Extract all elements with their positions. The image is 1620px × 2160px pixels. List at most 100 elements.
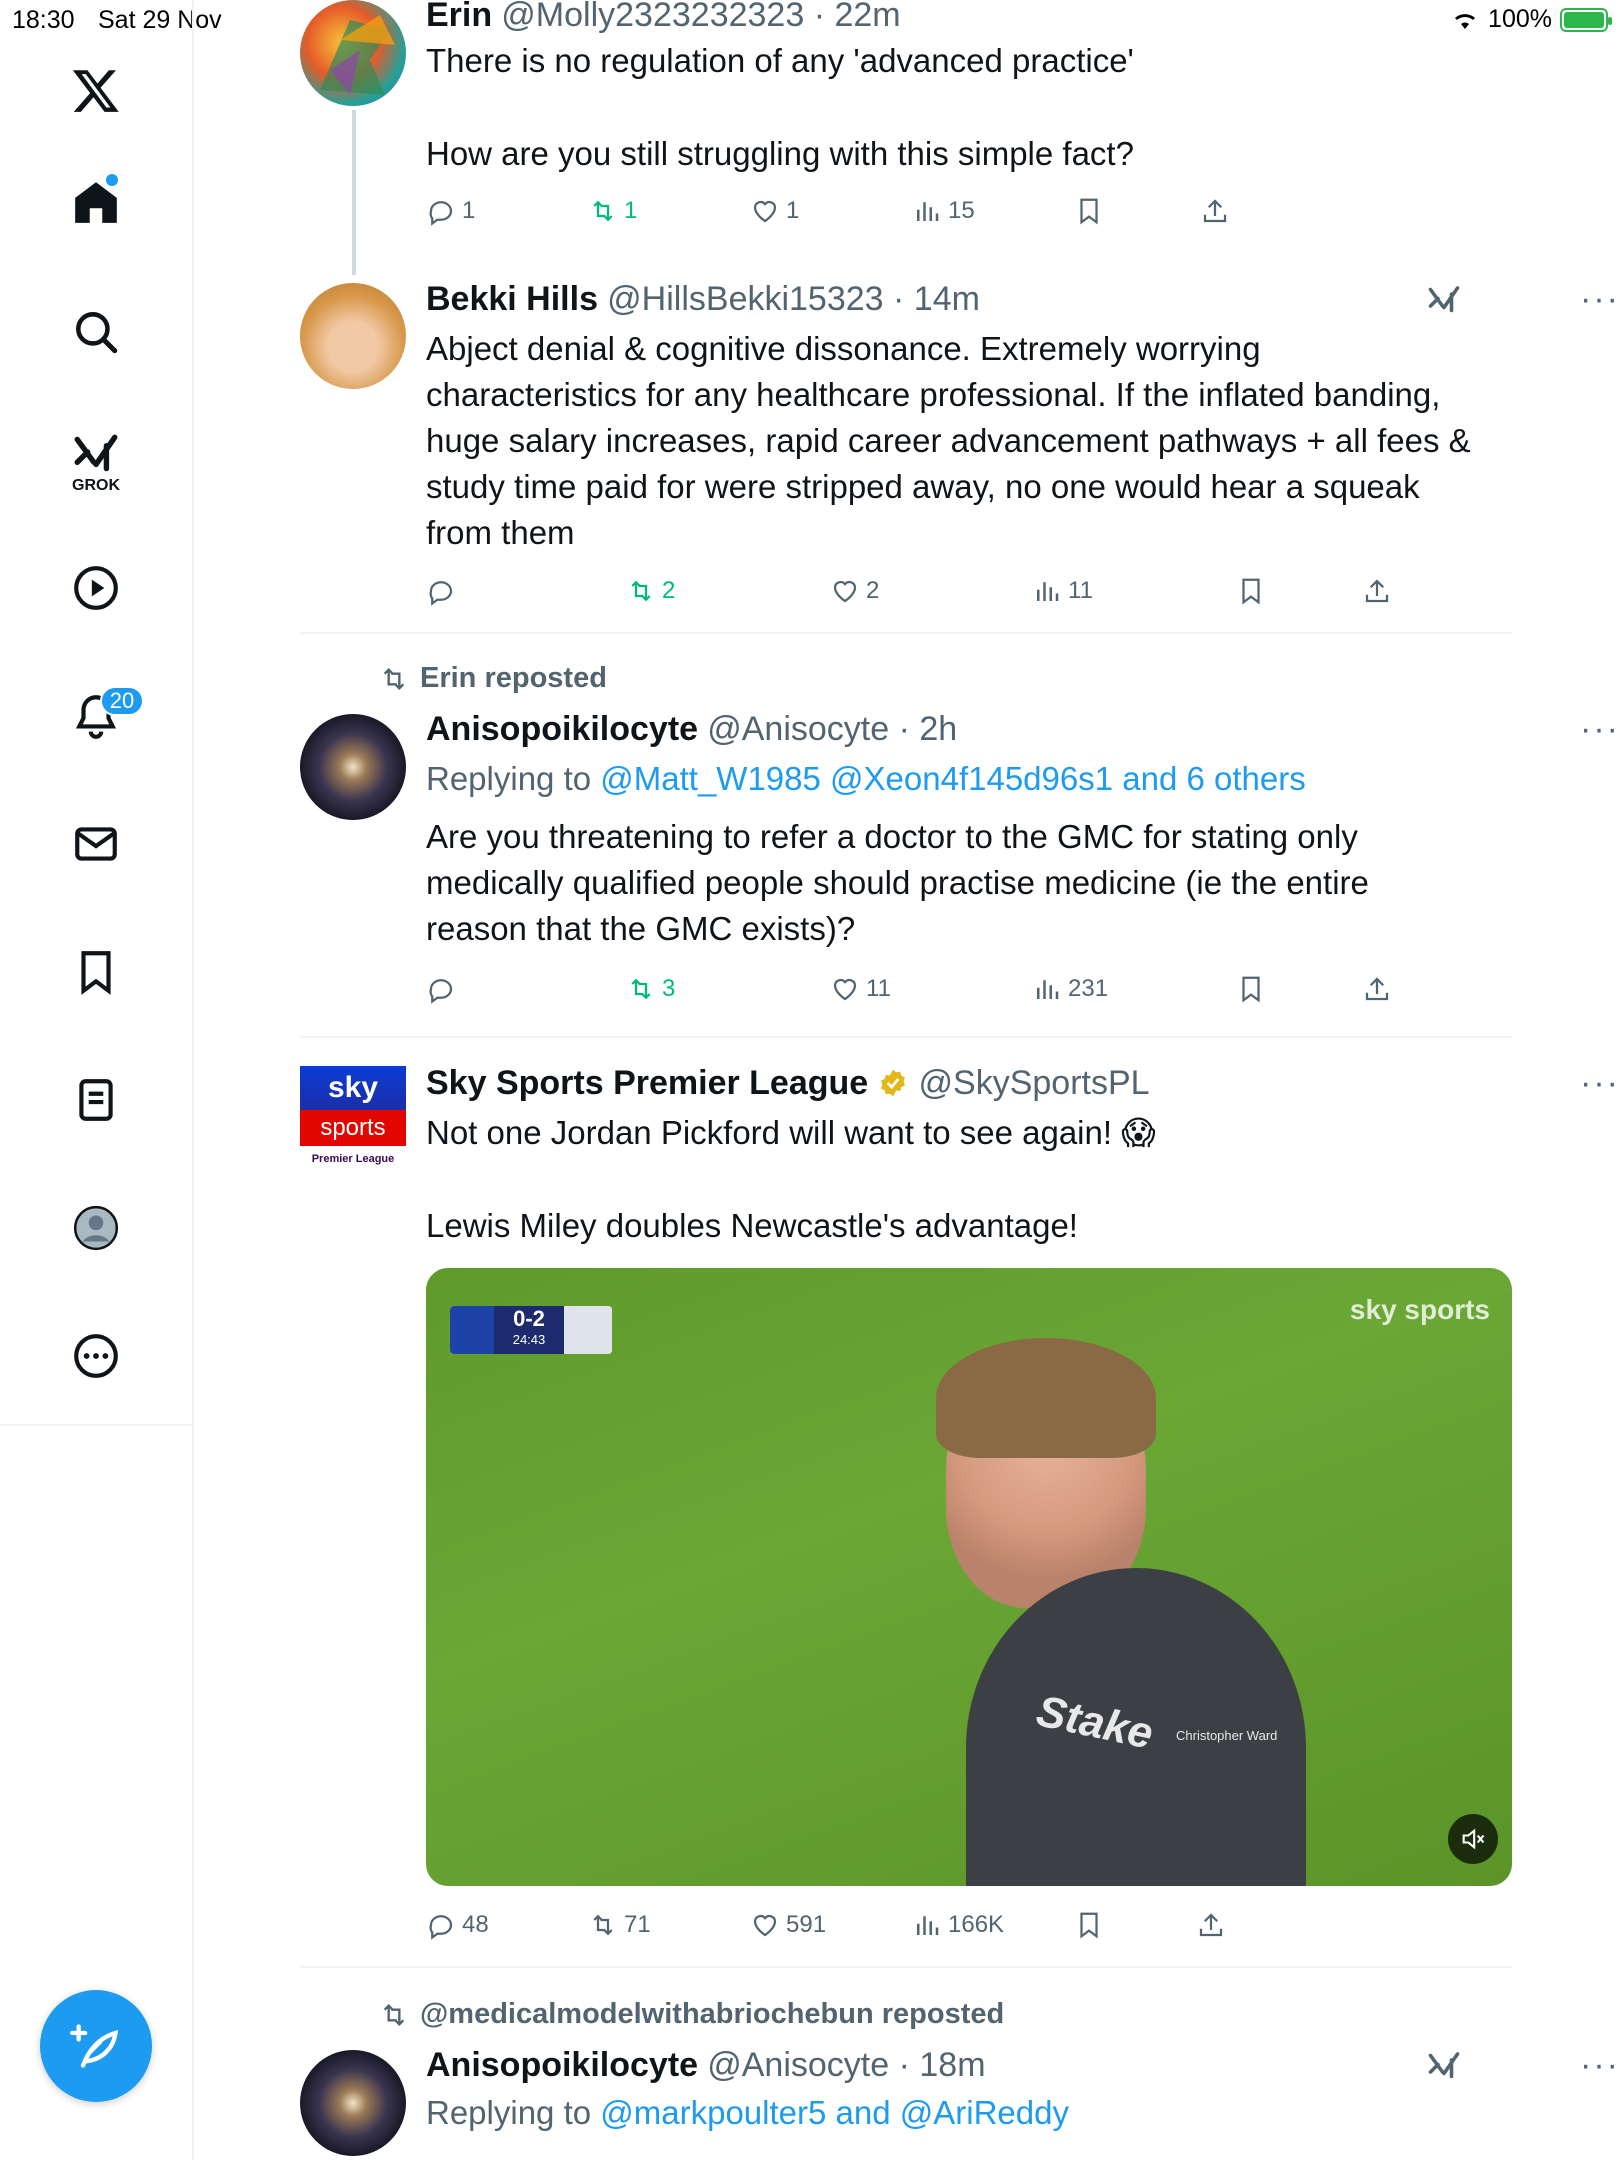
like-button[interactable]: 1 (750, 196, 799, 226)
sky-logo-bottom: Premier League (311, 1153, 395, 1165)
repost-button[interactable]: 3 (626, 974, 675, 1004)
repost-icon (383, 667, 405, 690)
video-icon[interactable] (60, 552, 132, 624)
share-button[interactable] (1196, 1910, 1226, 1940)
tweet-text: There is no regulation of any 'advanced … (426, 42, 1134, 79)
repost-label: @medicalmodelwithabriochebun reposted (378, 1998, 1004, 2031)
tweet-text: characteristics for any healthcare profe… (426, 376, 1441, 413)
more-options-button[interactable]: ··· (1580, 280, 1620, 319)
replying-to-links[interactable]: @Matt_W1985 @Xeon4f145d96s1 and 6 others (600, 760, 1305, 797)
reply-button[interactable] (426, 576, 456, 606)
avatar[interactable] (300, 0, 406, 106)
tweet-text: Abject denial & cognitive dissonance. Ex… (426, 330, 1261, 367)
tweet-separator (300, 632, 1512, 634)
everton-crest-icon (450, 1306, 494, 1354)
avatar[interactable] (300, 2050, 406, 2156)
author-handle[interactable]: @Molly2323232323 · 22m (501, 0, 900, 34)
author-name[interactable]: Erin (426, 0, 492, 34)
score-box: 0-2 24:43 (494, 1306, 564, 1354)
repost-label-text[interactable]: @medicalmodelwithabriochebun reposted (420, 1998, 1004, 2031)
messages-icon[interactable] (60, 808, 132, 880)
sky-logo-top: sky (300, 1066, 406, 1110)
share-icon (1203, 199, 1227, 223)
bookmark-button[interactable] (1074, 1910, 1104, 1940)
reply-button[interactable]: 1 (426, 196, 475, 226)
x-logo-icon[interactable] (60, 54, 132, 126)
tweet-text: Lewis Miley doubles Newcastle's advantag… (426, 1207, 1078, 1244)
bookmark-button[interactable] (1236, 576, 1266, 606)
profile-icon[interactable] (60, 1192, 132, 1264)
share-icon (1365, 579, 1389, 603)
author-name[interactable]: Bekki Hills (426, 280, 598, 318)
more-options-button[interactable]: ··· (1580, 2046, 1620, 2085)
more-options-button[interactable]: ··· (1580, 1064, 1620, 1103)
author-handle[interactable]: @Anisocyte · 18m (707, 2046, 985, 2084)
views-button[interactable]: 11 (1032, 576, 1093, 606)
share-icon (1365, 977, 1389, 1001)
score: 0-2 (513, 1306, 545, 1331)
repost-icon (383, 2003, 405, 2026)
repost-count: 2 (662, 577, 676, 604)
video-player[interactable]: 0-2 24:43 sky sports Stake Christopher W… (426, 1268, 1512, 1886)
bookmarks-icon[interactable] (60, 936, 132, 1008)
share-button[interactable] (1200, 196, 1230, 226)
author-name[interactable]: Anisopoikilocyte (426, 2046, 698, 2084)
grok-icon[interactable] (1426, 2048, 1462, 2084)
repost-icon (631, 580, 651, 602)
search-icon[interactable] (60, 296, 132, 368)
eagle-avatar-icon (320, 15, 395, 95)
player-hair (936, 1338, 1156, 1458)
like-button[interactable]: 11 (830, 974, 891, 1004)
views-icon (917, 1916, 939, 1935)
views-button[interactable]: 231 (1032, 974, 1108, 1004)
bookmark-button[interactable] (1236, 974, 1266, 1004)
replying-to: Replying to @Matt_W1985 @Xeon4f145d96s1 … (426, 756, 1306, 802)
author-handle[interactable]: @HillsBekki15323 · 14m (607, 280, 980, 318)
battery-percent: 100% (1488, 5, 1552, 33)
bookmark-icon (1080, 1912, 1098, 1939)
avatar[interactable] (300, 714, 406, 820)
reply-icon (429, 1915, 453, 1940)
tweet-separator (300, 1036, 1512, 1038)
views-button[interactable]: 166K (912, 1910, 1004, 1940)
reply-icon (429, 979, 453, 1004)
home-icon[interactable] (60, 166, 132, 238)
avatar[interactable]: sky sports Premier League (300, 1066, 406, 1172)
more-options-button[interactable]: ··· (1580, 710, 1620, 749)
author-name[interactable]: Anisopoikilocyte (426, 710, 698, 748)
like-count: 591 (786, 1911, 827, 1938)
mute-button[interactable] (1448, 1814, 1498, 1864)
grok-icon[interactable] (1426, 282, 1462, 318)
sky-logo-mid: sports (300, 1110, 406, 1146)
heart-icon (753, 1914, 777, 1937)
views-icon (1037, 980, 1059, 999)
like-button[interactable]: 2 (830, 576, 879, 606)
replying-to-links[interactable]: @markpoulter5 and @AriReddy (600, 2094, 1069, 2131)
avatar[interactable] (300, 283, 406, 389)
author-handle[interactable]: @Anisocyte · 2h (707, 710, 957, 748)
bookmark-button[interactable] (1074, 196, 1104, 226)
repost-button[interactable]: 71 (588, 1910, 651, 1940)
shirt-sponsor: Stake (1032, 1686, 1158, 1759)
like-button[interactable]: 591 (750, 1910, 826, 1940)
repost-label-text[interactable]: Erin reposted (420, 662, 607, 695)
views-icon (917, 202, 939, 221)
repost-icon (593, 200, 613, 222)
share-button[interactable] (1362, 974, 1392, 1004)
reply-button[interactable] (426, 974, 456, 1004)
reply-count: 48 (462, 1911, 489, 1938)
repost-button[interactable]: 2 (626, 576, 675, 606)
lists-icon[interactable] (60, 1064, 132, 1136)
share-button[interactable] (1362, 576, 1392, 606)
repost-button[interactable]: 1 (588, 196, 637, 226)
views-button[interactable]: 15 (912, 196, 975, 226)
reply-button[interactable]: 48 (426, 1910, 489, 1940)
compose-button[interactable] (40, 1990, 152, 2102)
heart-icon (833, 580, 857, 603)
author-handle[interactable]: @SkySportsPL (919, 1064, 1150, 1102)
tweet-header: Anisopoikilocyte @Anisocyte · 2h (426, 706, 957, 752)
author-name[interactable]: Sky Sports Premier League (426, 1064, 868, 1102)
more-icon[interactable] (60, 1320, 132, 1392)
player-shirt: Stake Christopher Ward (966, 1568, 1306, 1886)
views-icon (1037, 582, 1059, 601)
